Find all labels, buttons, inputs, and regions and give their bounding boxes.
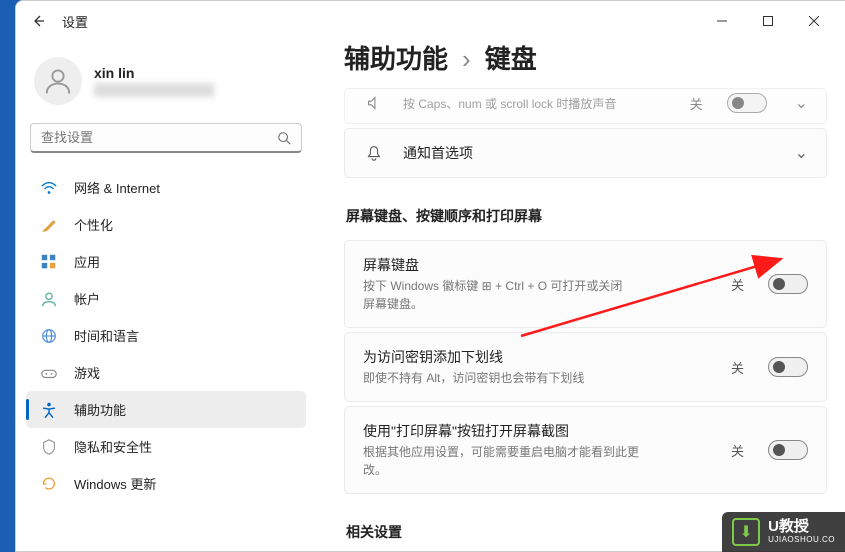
caps-lock-sound-card[interactable]: 按 Caps、num 或 scroll lock 时播放声音 关 ⌄ — [344, 88, 827, 124]
avatar — [34, 57, 82, 105]
caps-desc: 按 Caps、num 或 scroll lock 时播放声音 — [403, 95, 672, 113]
breadcrumb-separator: › — [462, 44, 471, 75]
caps-state: 关 — [690, 94, 703, 113]
shield-icon — [40, 438, 58, 456]
underline-state: 关 — [731, 358, 744, 377]
caps-toggle[interactable] — [727, 93, 767, 113]
sidebar-item-apps[interactable]: 应用 — [26, 243, 306, 280]
profile-name: xin lin — [94, 65, 214, 81]
sidebar-item-update[interactable]: Windows 更新 — [26, 465, 306, 502]
osk-toggle[interactable] — [768, 274, 808, 294]
accessibility-icon — [40, 401, 58, 419]
underline-toggle[interactable] — [768, 357, 808, 377]
underline-access-keys-card: 为访问密钥添加下划线 即使不持有 Alt，访问密钥也会带有下划线 关 — [344, 332, 827, 402]
back-button[interactable] — [24, 7, 52, 35]
main-panel: 辅助功能 › 键盘 按 Caps、num 或 scroll lock 时播放声音… — [316, 41, 845, 551]
maximize-button[interactable] — [745, 5, 791, 37]
breadcrumb: 辅助功能 › 键盘 — [344, 41, 827, 76]
section-osk-title: 屏幕键盘、按键顺序和打印屏幕 — [346, 206, 827, 226]
account-icon — [40, 290, 58, 308]
content-area: xin lin 网络 & Internet 个性化 — [16, 41, 845, 551]
sidebar-item-label: Windows 更新 — [74, 474, 156, 493]
nav-list: 网络 & Internet 个性化 应用 帐户 时间和语言 — [26, 169, 306, 502]
sidebar-item-label: 隐私和安全性 — [74, 437, 152, 456]
onscreen-keyboard-card: 屏幕键盘 按下 Windows 徽标键 ⊞ + Ctrl + O 可打开或关闭屏… — [344, 240, 827, 328]
chevron-down-icon: ⌄ — [795, 93, 808, 113]
breadcrumb-parent[interactable]: 辅助功能 — [344, 41, 448, 76]
profile-info: xin lin — [94, 65, 214, 97]
sidebar-item-label: 个性化 — [74, 215, 113, 234]
chevron-down-icon: ⌄ — [795, 143, 808, 163]
sidebar-item-time-language[interactable]: 时间和语言 — [26, 317, 306, 354]
settings-window: 设置 xin lin — [15, 0, 845, 552]
close-button[interactable] — [791, 5, 837, 37]
osk-state: 关 — [731, 275, 744, 294]
gaming-icon — [40, 364, 58, 382]
brush-icon — [40, 216, 58, 234]
sidebar-item-label: 辅助功能 — [74, 400, 126, 419]
user-profile[interactable]: xin lin — [26, 51, 306, 117]
titlebar: 设置 — [16, 1, 845, 41]
back-arrow-icon — [30, 13, 46, 29]
sidebar-item-label: 应用 — [74, 252, 100, 271]
underline-desc: 即使不持有 Alt，访问密钥也会带有下划线 — [363, 369, 713, 387]
sidebar-item-gaming[interactable]: 游戏 — [26, 354, 306, 391]
window-controls — [699, 5, 837, 37]
osk-desc: 按下 Windows 徽标键 ⊞ + Ctrl + O 可打开或关闭屏幕键盘。 — [363, 277, 633, 313]
sidebar-item-accessibility[interactable]: 辅助功能 — [26, 391, 306, 428]
printscreen-card: 使用"打印屏幕"按钮打开屏幕截图 根据其他应用设置，可能需要重启电脑才能看到此更… — [344, 406, 827, 494]
sidebar: xin lin 网络 & Internet 个性化 — [16, 41, 316, 551]
close-icon — [809, 16, 819, 26]
bell-icon — [363, 144, 385, 162]
wifi-icon — [40, 179, 58, 197]
update-icon — [40, 475, 58, 493]
app-title: 设置 — [62, 12, 88, 31]
minimize-icon — [717, 16, 727, 26]
maximize-icon — [763, 16, 773, 26]
sidebar-item-label: 帐户 — [74, 289, 100, 308]
sidebar-item-label: 时间和语言 — [74, 326, 139, 345]
breadcrumb-current: 键盘 — [485, 41, 537, 76]
watermark-logo-icon: ⬇ — [732, 518, 760, 546]
sidebar-item-accounts[interactable]: 帐户 — [26, 280, 306, 317]
watermark-sub: UJIAOSHOU.CO — [768, 536, 835, 545]
apps-icon — [40, 253, 58, 271]
prtsc-title: 使用"打印屏幕"按钮打开屏幕截图 — [363, 421, 713, 441]
notify-title: 通知首选项 — [403, 143, 777, 163]
watermark-main: U教授 — [768, 519, 835, 536]
prtsc-desc: 根据其他应用设置，可能需要重启电脑才能看到此更改。 — [363, 443, 653, 479]
person-icon — [43, 66, 73, 96]
sidebar-item-label: 游戏 — [74, 363, 100, 382]
underline-title: 为访问密钥添加下划线 — [363, 347, 713, 367]
sound-icon — [363, 94, 385, 112]
prtsc-toggle[interactable] — [768, 440, 808, 460]
osk-title: 屏幕键盘 — [363, 255, 713, 275]
globe-icon — [40, 327, 58, 345]
minimize-button[interactable] — [699, 5, 745, 37]
sidebar-item-network[interactable]: 网络 & Internet — [26, 169, 306, 206]
notification-preferences-card[interactable]: 通知首选项 ⌄ — [344, 128, 827, 178]
profile-email — [94, 83, 214, 97]
prtsc-state: 关 — [731, 441, 744, 460]
search-box[interactable] — [30, 123, 302, 153]
sidebar-item-personalization[interactable]: 个性化 — [26, 206, 306, 243]
sidebar-item-label: 网络 & Internet — [74, 178, 160, 197]
watermark: ⬇ U教授 UJIAOSHOU.CO — [722, 512, 845, 552]
search-input[interactable] — [41, 130, 277, 145]
search-icon — [277, 131, 291, 145]
sidebar-item-privacy[interactable]: 隐私和安全性 — [26, 428, 306, 465]
